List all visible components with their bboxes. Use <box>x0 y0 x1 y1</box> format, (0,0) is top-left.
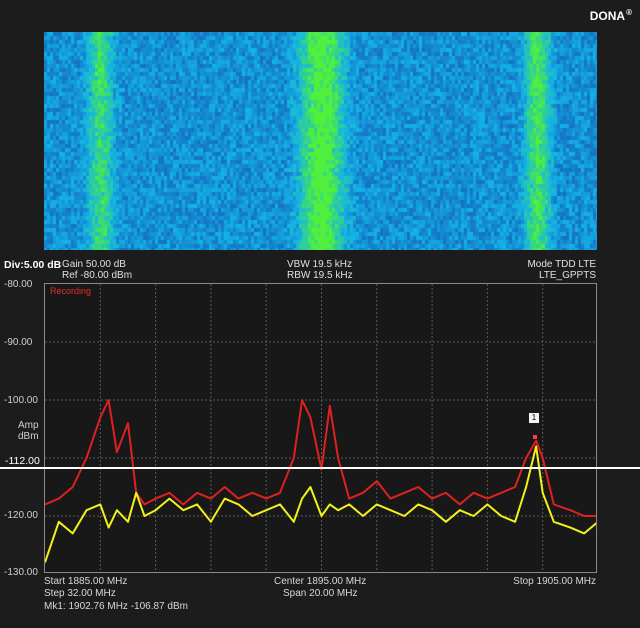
rbw-label: RBW 19.5 kHz <box>287 270 353 281</box>
y-axis-label-unit: dBm <box>18 431 39 442</box>
y-tick-label: -130.00 <box>4 567 38 578</box>
y-tick-label: -120.00 <box>4 510 38 521</box>
mode-sub-label: LTE_GPPTS <box>538 270 596 281</box>
reference-line-value: -112.00 <box>4 455 41 467</box>
y-tick-label: -100.00 <box>4 395 38 406</box>
step-frequency: Step 32.00 MHz <box>44 588 116 599</box>
marker-1-tag[interactable]: 1 <box>529 413 539 423</box>
mode-label: Mode TDD LTE <box>527 259 596 270</box>
spectrogram-waterfall[interactable] <box>44 32 597 250</box>
spectrum-plot[interactable] <box>44 283 597 573</box>
brand-name: DONA <box>589 9 626 23</box>
brand-mark: ® <box>626 8 632 17</box>
start-frequency: Start 1885.00 MHz <box>44 576 128 587</box>
gain-label: Gain 50.00 dB <box>62 259 126 270</box>
y-tick-label: -80.00 <box>4 279 33 290</box>
recording-label: Recording <box>50 286 92 296</box>
reference-line[interactable] <box>0 467 640 469</box>
y-axis-label: Amp dBm <box>18 420 39 442</box>
brand-logo: DONA® <box>590 8 632 23</box>
marker-readout: Mk1: 1902.76 MHz -106.87 dBm <box>44 601 188 612</box>
y-tick-label: -90.00 <box>4 337 33 348</box>
y-axis-label-amp: Amp <box>18 420 39 431</box>
division-label: Div:5.00 dB <box>4 259 62 271</box>
span-frequency: Span 20.00 MHz <box>283 588 358 599</box>
stop-frequency: Stop 1905.00 MHz <box>513 576 596 587</box>
ref-label: Ref -80.00 dBm <box>62 270 133 281</box>
vbw-label: VBW 19.5 kHz <box>287 259 353 270</box>
center-frequency: Center 1895.00 MHz <box>274 576 367 587</box>
marker-1-point[interactable] <box>533 435 537 439</box>
